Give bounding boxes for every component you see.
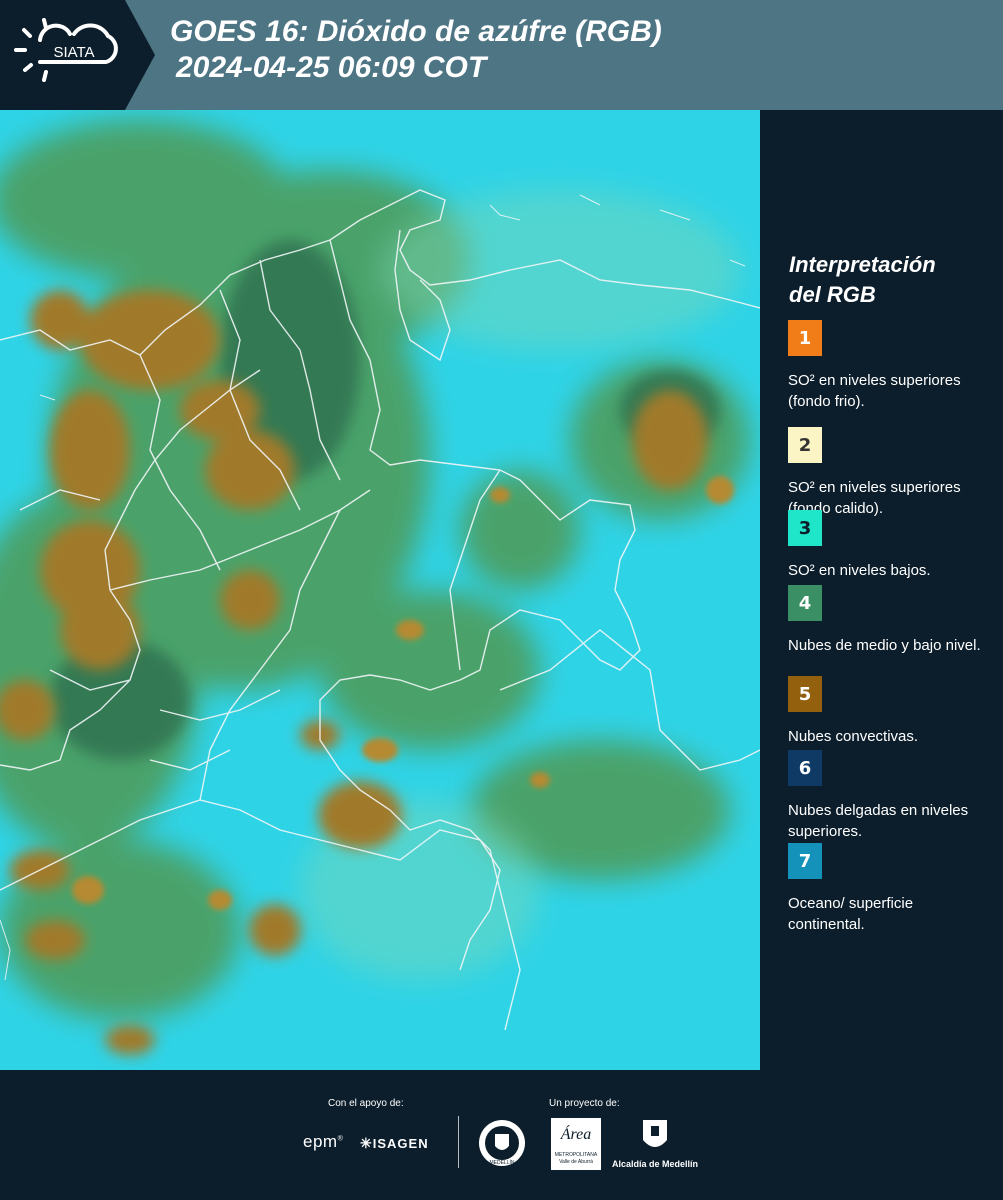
legend-item-3: 3 SO² en niveles bajos. <box>788 510 988 581</box>
legend-panel: Interpretación del RGB 1 SO² en niveles s… <box>760 110 1003 1070</box>
legend-item-4: 4 Nubes de medio y bajo nivel. <box>788 585 988 656</box>
legend-item-7: 7 Oceano/ superficie continental. <box>788 843 988 935</box>
legend-text: Oceano/ superficie continental. <box>788 895 914 933</box>
satellite-image <box>0 110 760 1070</box>
footer-divider <box>458 1116 459 1168</box>
page-title: GOES 16: Dióxido de azúfre (RGB) 2024-04… <box>170 14 662 86</box>
legend-title-line-1: Interpretación <box>789 252 936 277</box>
legend-swatch: 1 <box>788 320 822 356</box>
legend-title-line-2: del RGB <box>789 282 876 307</box>
alcaldia-shield-icon <box>640 1118 670 1154</box>
legend-swatch: 6 <box>788 750 822 786</box>
legend-item-5: 5 Nubes convectivas. <box>788 676 988 747</box>
legend-swatch: 2 <box>788 427 822 463</box>
legend-swatch: 7 <box>788 843 822 879</box>
legend-swatch: 3 <box>788 510 822 546</box>
support-label: Con el apoyo de: <box>328 1098 404 1109</box>
svg-text:MEDELLÍN: MEDELLÍN <box>489 1159 514 1166</box>
siata-logo: SIATA <box>0 0 155 110</box>
header-bar: SIATA GOES 16: Dióxido de azúfre (RGB) 2… <box>0 0 1003 110</box>
legend-text: Nubes de medio y bajo nivel. <box>788 637 981 654</box>
title-line-1: GOES 16: Dióxido de azúfre (RGB) <box>170 15 662 48</box>
alcaldia-label: Alcaldía de Medellín <box>612 1159 699 1169</box>
footer-bar: Con el apoyo de: Un proyecto de: epm® ✳I… <box>0 1070 1003 1200</box>
medellin-seal-logo: MEDELLÍN <box>477 1118 527 1173</box>
title-line-2: 2024-04-25 06:09 COT <box>176 51 487 84</box>
project-label: Un proyecto de: <box>549 1098 620 1109</box>
legend-swatch: 4 <box>788 585 822 621</box>
isagen-logo: ✳ISAGEN <box>360 1135 429 1151</box>
legend-title: Interpretación del RGB <box>789 250 989 310</box>
legend-text: SO² en niveles superiores (fondo frio). <box>788 372 961 410</box>
legend-item-6: 6 Nubes delgadas en niveles superiores. <box>788 750 988 842</box>
legend-item-1: 1 SO² en niveles superiores (fondo frio). <box>788 320 988 412</box>
svg-text:SIATA: SIATA <box>53 44 94 61</box>
legend-item-2: 2 SO² en niveles superiores (fondo calido… <box>788 427 988 519</box>
legend-text: Nubes delgadas en niveles superiores. <box>788 802 969 840</box>
epm-logo: epm® <box>303 1132 344 1151</box>
legend-swatch: 5 <box>788 676 822 712</box>
isagen-icon: ✳ <box>360 1135 373 1151</box>
legend-text: SO² en niveles bajos. <box>788 562 931 579</box>
legend-text: Nubes convectivas. <box>788 728 919 745</box>
area-metropolitana-logo: Área METROPOLITANA Valle de Aburrá <box>551 1118 601 1170</box>
